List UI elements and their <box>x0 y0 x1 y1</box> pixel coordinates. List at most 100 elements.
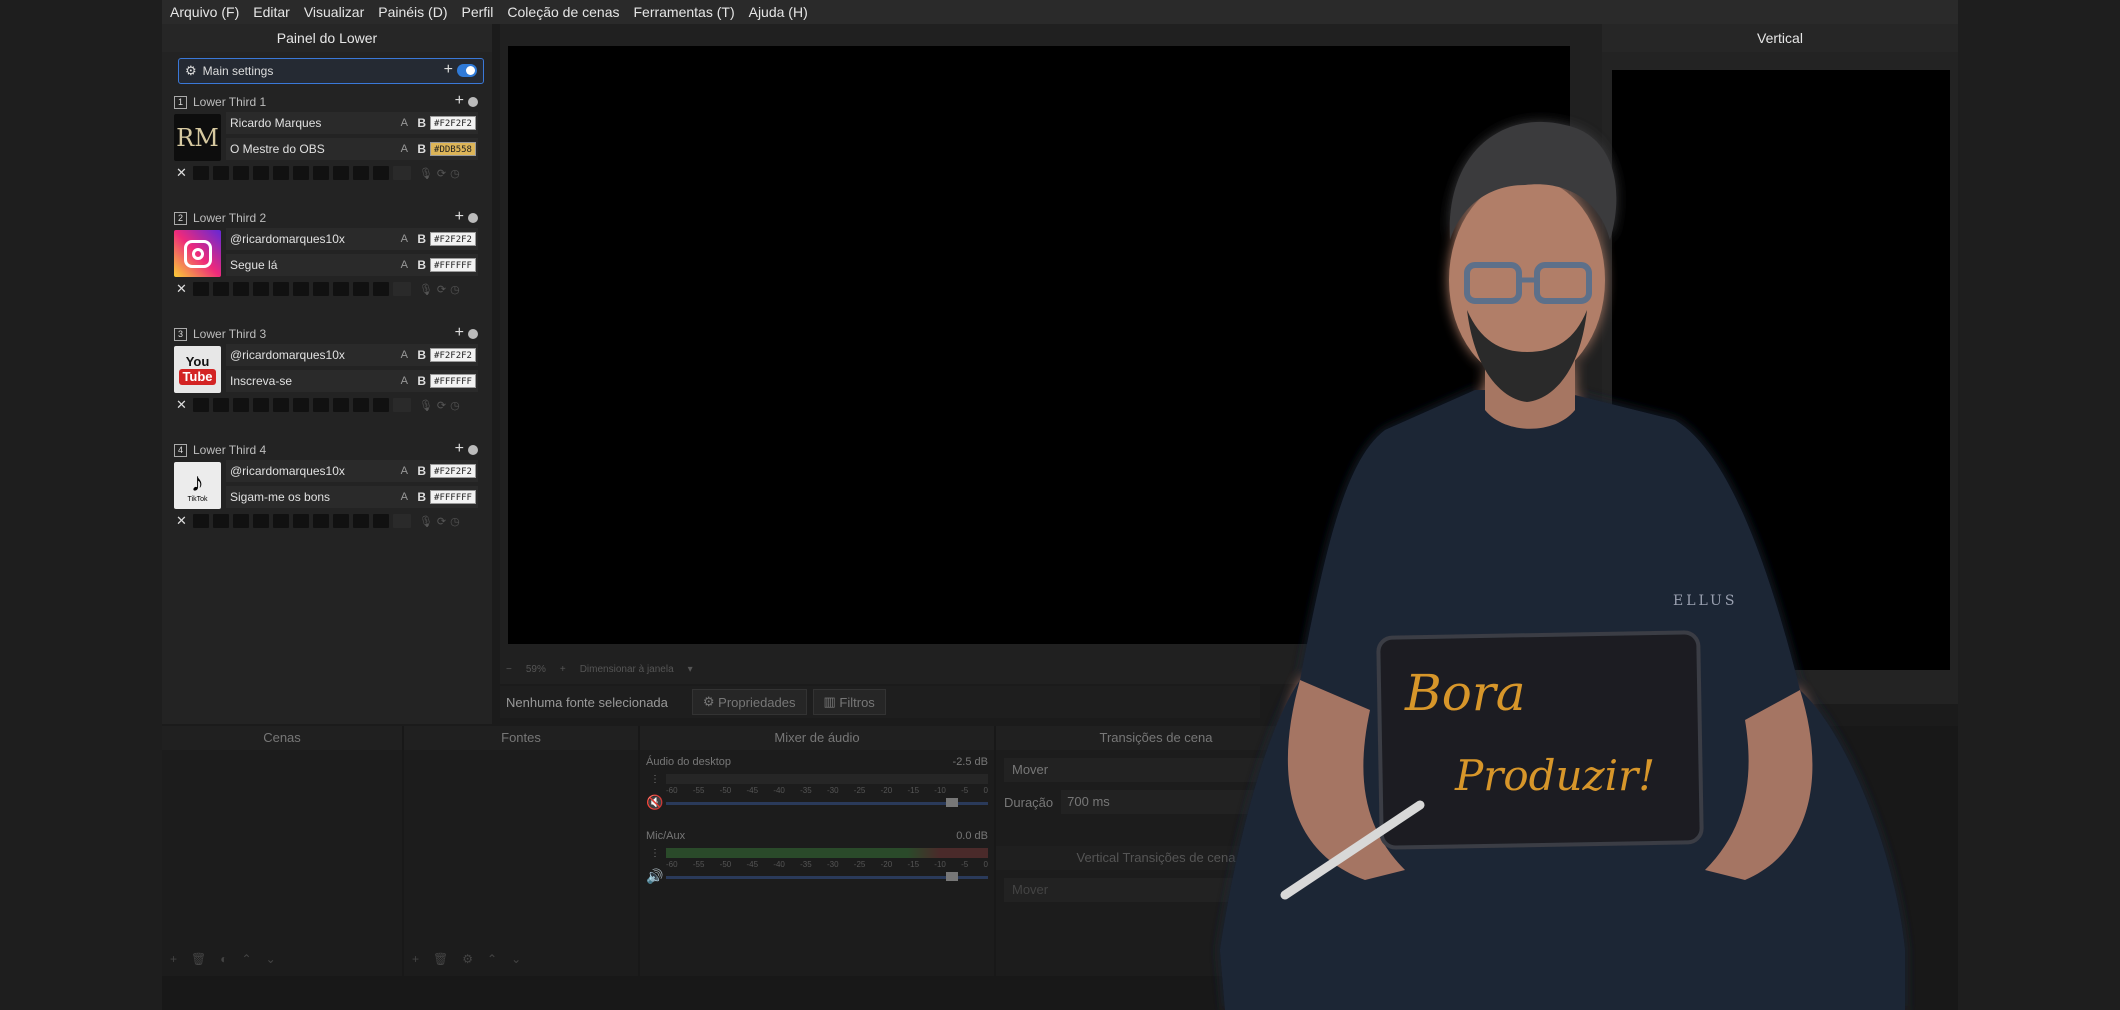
slot-square[interactable] <box>272 166 289 180</box>
color1-swatch[interactable]: #F2F2F2 <box>430 232 476 246</box>
slot-square[interactable] <box>352 398 369 412</box>
properties-button[interactable]: ⚙ Propriedades <box>691 689 807 715</box>
slot-square[interactable] <box>352 166 369 180</box>
main-settings-row[interactable]: ⚙ Main settings + <box>178 58 484 84</box>
filter-icon[interactable]: ◐ <box>220 952 227 972</box>
volume-handle[interactable] <box>946 798 958 807</box>
slot-square[interactable] <box>192 514 209 528</box>
slot-square[interactable] <box>352 514 369 528</box>
refresh-icon[interactable]: ⟳ <box>437 515 446 528</box>
bold-icon[interactable]: B <box>417 348 426 362</box>
speaker-icon[interactable]: 🔊 <box>646 868 663 885</box>
font-icon[interactable]: A <box>401 375 408 387</box>
volume-handle[interactable] <box>946 872 958 881</box>
color2-swatch[interactable]: #FFFFFF <box>430 374 476 388</box>
visibility-dot-icon[interactable] <box>468 97 478 107</box>
close-icon[interactable]: ✕ <box>176 397 187 413</box>
stepper[interactable] <box>392 282 411 296</box>
slot-square[interactable] <box>252 398 269 412</box>
main-settings-toggle[interactable] <box>457 64 477 77</box>
slot-square[interactable] <box>212 514 229 528</box>
zoom-mode[interactable]: Dimensionar à janela <box>580 664 674 675</box>
clock-icon[interactable]: ◷ <box>450 167 460 180</box>
menu-item[interactable]: Editar <box>253 4 290 20</box>
line1-input[interactable]: @ricardomarques10x A B #F2F2F2 <box>226 344 478 366</box>
mic-icon[interactable]: 🎙 <box>419 399 433 412</box>
gear-icon[interactable]: ⚙ <box>462 952 473 972</box>
color1-swatch[interactable]: #F2F2F2 <box>430 464 476 478</box>
slot-square[interactable] <box>232 282 249 296</box>
line1-input[interactable]: @ricardomarques10x A B #F2F2F2 <box>226 228 478 250</box>
slot-square[interactable] <box>292 398 309 412</box>
bold-icon[interactable]: B <box>417 490 426 504</box>
refresh-icon[interactable]: ⟳ <box>437 167 446 180</box>
stepper[interactable] <box>392 398 411 412</box>
add-icon[interactable]: + <box>444 61 453 79</box>
slot-square[interactable] <box>292 514 309 528</box>
slot-square[interactable] <box>212 282 229 296</box>
menu-item[interactable]: Perfil <box>462 4 494 20</box>
close-icon[interactable]: ✕ <box>176 165 187 181</box>
more-icon[interactable]: ⋮ <box>650 848 660 859</box>
slot-square[interactable] <box>252 166 269 180</box>
zoom-out-icon[interactable]: − <box>506 664 512 675</box>
slot-square[interactable] <box>312 398 329 412</box>
color1-swatch[interactable]: #F2F2F2 <box>430 116 476 130</box>
mic-icon[interactable]: 🎙 <box>419 283 433 296</box>
down-icon[interactable]: ⌄ <box>266 952 276 972</box>
slot-square[interactable] <box>232 514 249 528</box>
menu-item[interactable]: Ferramentas (T) <box>633 4 734 20</box>
clock-icon[interactable]: ◷ <box>450 399 460 412</box>
font-icon[interactable]: A <box>401 143 408 155</box>
line1-input[interactable]: @ricardomarques10x A B #F2F2F2 <box>226 460 478 482</box>
font-icon[interactable]: A <box>401 117 408 129</box>
slot-square[interactable] <box>372 398 389 412</box>
add-icon[interactable]: + <box>455 92 464 110</box>
visibility-dot-icon[interactable] <box>468 213 478 223</box>
slot-square[interactable] <box>272 398 289 412</box>
stepper[interactable] <box>392 514 411 528</box>
color2-swatch[interactable]: #FFFFFF <box>430 258 476 272</box>
up-icon[interactable]: ⌃ <box>487 952 497 972</box>
stepper[interactable] <box>392 166 411 180</box>
slot-square[interactable] <box>332 282 349 296</box>
slot-square[interactable] <box>372 514 389 528</box>
color1-swatch[interactable]: #F2F2F2 <box>430 348 476 362</box>
color2-swatch[interactable]: #FFFFFF <box>430 490 476 504</box>
trash-icon[interactable]: 🗑 <box>191 952 206 972</box>
add-icon[interactable]: + <box>412 952 419 972</box>
close-icon[interactable]: ✕ <box>176 281 187 297</box>
youtube-logo-icon[interactable]: You Tube <box>174 346 221 393</box>
bold-icon[interactable]: B <box>417 464 426 478</box>
slot-square[interactable] <box>252 514 269 528</box>
muted-speaker-icon[interactable]: 🔇 <box>646 794 663 811</box>
bold-icon[interactable]: B <box>417 258 426 272</box>
zoom-in-icon[interactable]: + <box>560 664 566 675</box>
bold-icon[interactable]: B <box>417 142 426 156</box>
slot-square[interactable] <box>272 282 289 296</box>
slot-square[interactable] <box>312 514 329 528</box>
chevron-down-icon[interactable]: ▾ <box>688 664 693 675</box>
color2-swatch[interactable]: #DDB558 <box>430 142 476 156</box>
slot-square[interactable] <box>212 398 229 412</box>
line2-input[interactable]: Sigam-me os bons A B #FFFFFF <box>226 486 478 508</box>
add-icon[interactable]: + <box>170 952 177 972</box>
visibility-dot-icon[interactable] <box>468 445 478 455</box>
slot-square[interactable] <box>272 514 289 528</box>
slot-square[interactable] <box>232 166 249 180</box>
menu-item[interactable]: Ajuda (H) <box>749 4 808 20</box>
slot-square[interactable] <box>312 166 329 180</box>
slot-square[interactable] <box>292 166 309 180</box>
mic-icon[interactable]: 🎙 <box>419 167 433 180</box>
instagram-logo-icon[interactable] <box>174 230 221 277</box>
volume-slider[interactable] <box>666 802 988 805</box>
slot-square[interactable] <box>212 166 229 180</box>
font-icon[interactable]: A <box>401 491 408 503</box>
font-icon[interactable]: A <box>401 233 408 245</box>
slot-square[interactable] <box>192 398 209 412</box>
slot-square[interactable] <box>332 166 349 180</box>
add-icon[interactable]: + <box>455 440 464 458</box>
slot-square[interactable] <box>252 282 269 296</box>
trash-icon[interactable]: 🗑 <box>433 952 448 972</box>
bold-icon[interactable]: B <box>417 374 426 388</box>
